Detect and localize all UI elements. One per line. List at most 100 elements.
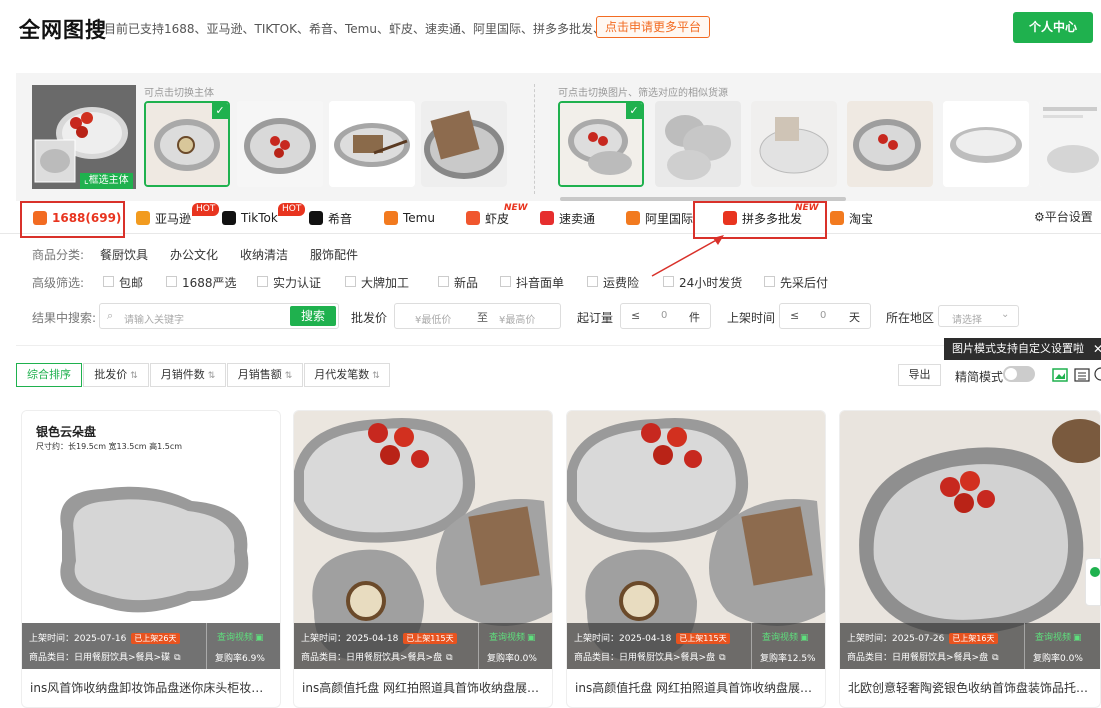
- similar-thumb-1[interactable]: ✓: [558, 101, 644, 187]
- price-min-input[interactable]: ¥最低价: [415, 311, 451, 326]
- similar-thumb-2[interactable]: [655, 101, 741, 187]
- video-icon: ▣: [527, 633, 536, 643]
- product-info-overlay: 上架时间：2025-07-16 已上架26天 商品类目：日用餐厨饮具>餐具>碟 ⧉ 查询…: [22, 623, 280, 669]
- tab-platform-1[interactable]: 亚马逊: [136, 207, 191, 229]
- search-button[interactable]: 搜索: [290, 306, 336, 326]
- apply-more-platforms-button[interactable]: 点击申请更多平台: [596, 16, 711, 38]
- product-card[interactable]: 银色云朵盘 尺寸约：长19.5cm 宽13.5cm 高1.5cm 上架时间：2025…: [21, 410, 281, 708]
- category-option[interactable]: 服饰配件: [310, 246, 358, 263]
- filter-checkbox[interactable]: [438, 276, 449, 287]
- category-option[interactable]: 餐厨饮具: [100, 246, 148, 263]
- video-icon: ▣: [255, 633, 264, 643]
- selected-check-icon: ✓: [626, 103, 642, 119]
- listed-days-input[interactable]: ≤ 0 天: [779, 303, 871, 329]
- similar-thumb-3[interactable]: [751, 101, 837, 187]
- image-view-icon[interactable]: [1052, 368, 1068, 382]
- category-option[interactable]: 收纳清洁: [240, 246, 288, 263]
- tab-platform-2[interactable]: TikTok: [222, 207, 278, 229]
- sort-label: 月销售额: [237, 368, 282, 381]
- copy-icon[interactable]: ⧉: [446, 653, 452, 663]
- filter-checkbox[interactable]: [587, 276, 598, 287]
- floating-consult-widget[interactable]: [1085, 558, 1101, 606]
- listed-date-text: 上架时间：2025-07-16: [29, 634, 127, 644]
- subject-thumb-2[interactable]: [237, 101, 323, 187]
- similar-thumb-5[interactable]: [943, 101, 1029, 187]
- subject-thumb-1[interactable]: ✓: [144, 101, 230, 187]
- query-video-link[interactable]: 查询视频 ▣: [1035, 630, 1082, 643]
- filter-option-label: 1688严选: [182, 276, 237, 290]
- filter-checkbox[interactable]: [764, 276, 775, 287]
- copy-icon[interactable]: ⧉: [174, 653, 180, 663]
- query-video-link[interactable]: 查询视频 ▣: [217, 630, 264, 643]
- copy-icon[interactable]: ⧉: [992, 653, 998, 663]
- tab-platform-3[interactable]: 希音: [309, 207, 352, 229]
- region-label: 所在地区: [886, 311, 935, 325]
- product-title[interactable]: ins高颜值托盘 网红拍照道具首饰收纳盘展示盘摆件: [302, 679, 546, 696]
- price-range-input[interactable]: ¥最低价 至 ¥最高价: [394, 303, 561, 329]
- tab-platform-4[interactable]: Temu: [384, 207, 435, 229]
- user-center-button[interactable]: 个人中心: [1013, 12, 1093, 43]
- list-view-icon[interactable]: [1074, 368, 1090, 382]
- sort-arrows-icon: ⇅: [207, 371, 216, 381]
- product-title[interactable]: ins高颜值托盘 网红拍照道具首饰收纳盘展示盘摆件: [575, 679, 819, 696]
- sort-button[interactable]: 批发价 ⇅: [83, 363, 149, 387]
- filter-checkbox[interactable]: [663, 276, 674, 287]
- filter-option-label: 先采后付: [780, 276, 829, 290]
- product-card[interactable]: 上架时间：2025-04-18 已上架115天 商品类目：日用餐厨饮具>餐具>盘 ⧉ 查…: [566, 410, 826, 708]
- tab-badge: HOT: [278, 203, 306, 216]
- product-info-overlay: 上架时间：2025-04-18 已上架115天 商品类目：日用餐厨饮具>餐具>盘 ⧉ 查…: [294, 623, 552, 669]
- filter-checkbox[interactable]: [103, 276, 114, 287]
- filter-checkbox[interactable]: [166, 276, 177, 287]
- query-video-link[interactable]: 查询视频 ▣: [489, 630, 536, 643]
- sort-button[interactable]: 月代发笔数 ⇅: [304, 363, 390, 387]
- aliexpress-logo-icon: [540, 211, 554, 225]
- sort-button[interactable]: 月销件数 ⇅: [150, 363, 226, 387]
- product-category: 商品类目：日用餐厨饮具>餐具>碟 ⧉: [29, 650, 181, 663]
- listed-date: 上架时间：2025-07-16 已上架26天: [29, 631, 180, 644]
- tab-platform-9[interactable]: 淘宝: [830, 207, 873, 229]
- category-option[interactable]: 办公文化: [170, 246, 218, 263]
- filter-option-label: 大牌加工: [361, 276, 410, 290]
- price-max-input[interactable]: ¥最高价: [499, 311, 535, 326]
- subject-thumb-4[interactable]: [421, 101, 507, 187]
- sort-button[interactable]: 综合排序: [16, 363, 82, 387]
- sort-arrows-icon: ⇅: [372, 371, 380, 381]
- product-category-text: 商品类目：日用餐厨饮具>餐具>盘: [847, 653, 989, 663]
- chat-icon: [1090, 567, 1100, 577]
- similar-thumb-6[interactable]: [1039, 101, 1101, 187]
- tab-platform-5[interactable]: 虾皮: [466, 207, 509, 229]
- product-card[interactable]: 上架时间：2025-07-26 已上架16天 商品类目：日用餐厨饮具>餐具>盘 ⧉ 查询…: [839, 410, 1101, 708]
- platform-settings-button[interactable]: ⚙平台设置: [1034, 208, 1093, 225]
- frame-select-subject-button[interactable]: ⌞框选主体: [80, 173, 133, 189]
- tab-platform-7[interactable]: 阿里国际: [626, 207, 693, 229]
- export-button[interactable]: 导出: [898, 364, 941, 386]
- filter-option-label: 实力认证: [273, 276, 322, 290]
- supported-platforms-text: 目前已支持1688、亚马逊、TIKTOK、希音、Temu、虾皮、速卖通、阿里国际…: [104, 22, 629, 36]
- settings-icon[interactable]: [1094, 367, 1101, 381]
- product-photo-name: 银色云朵盘: [36, 425, 97, 439]
- sort-button[interactable]: 月销售额 ⇅: [227, 363, 303, 387]
- filter-checkbox[interactable]: [257, 276, 268, 287]
- region-select[interactable]: 请选择 ⌄: [938, 305, 1019, 327]
- moq-input[interactable]: ≤ 0 件: [620, 303, 711, 329]
- filter-checkbox[interactable]: [500, 276, 511, 287]
- video-icon: ▣: [800, 633, 809, 643]
- copy-icon[interactable]: ⧉: [719, 653, 725, 663]
- product-title[interactable]: ins风首饰收纳盘卸妆饰品盘迷你床头柜妆台专用收纳盘: [30, 679, 274, 696]
- close-icon[interactable]: ✕: [1093, 338, 1101, 360]
- tab-badge: HOT: [192, 203, 220, 216]
- similar-thumb-4[interactable]: [847, 101, 933, 187]
- query-video-link[interactable]: 查询视频 ▣: [762, 630, 809, 643]
- repurchase-rate: 复购率12.5%: [760, 654, 816, 664]
- result-search-label: 结果中搜索:: [32, 311, 97, 325]
- filter-option-label: 抖音面单: [516, 276, 565, 290]
- product-title[interactable]: 北欧创意轻奢陶瓷银色收纳首饰盘装饰品托盘摆件: [848, 679, 1092, 696]
- tab-label: Temu: [403, 211, 435, 225]
- tab-platform-6[interactable]: 速卖通: [540, 207, 595, 229]
- filter-checkbox[interactable]: [345, 276, 356, 287]
- product-card[interactable]: 上架时间：2025-04-18 已上架115天 商品类目：日用餐厨饮具>餐具>盘 ⧉ 查…: [293, 410, 553, 708]
- subject-thumb-3[interactable]: [329, 101, 415, 187]
- tray-thumb-graphic: [421, 101, 507, 187]
- product-info-overlay: 上架时间：2025-07-26 已上架16天 商品类目：日用餐厨饮具>餐具>盘 ⧉ 查询…: [840, 623, 1100, 669]
- simple-mode-toggle[interactable]: [1003, 366, 1035, 382]
